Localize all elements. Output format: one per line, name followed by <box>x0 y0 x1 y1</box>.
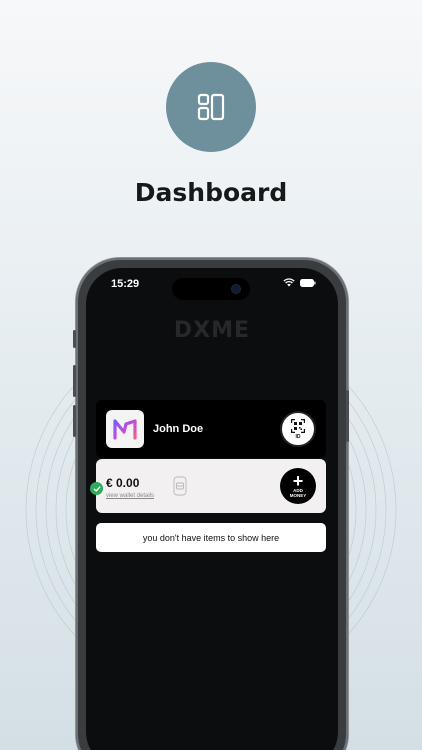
page-title: Dashboard <box>134 178 288 207</box>
phone-volume-up-button <box>73 365 76 397</box>
phone-volume-down-button <box>73 405 76 437</box>
app-logo-icon <box>106 410 144 448</box>
id-label: ID <box>295 433 301 440</box>
battery-icon <box>300 278 316 287</box>
empty-items-message: you don't have items to show here <box>96 523 326 552</box>
add-money-label: ADD MONEY <box>289 488 307 498</box>
status-icons <box>283 278 316 287</box>
brand-logo: DXME <box>173 318 251 343</box>
verified-check-icon <box>90 482 103 495</box>
add-money-button[interactable]: + ADD MONEY <box>280 468 316 504</box>
user-name: John Doe <box>153 423 204 435</box>
dynamic-island <box>172 278 250 300</box>
phone-action-button <box>73 330 76 348</box>
camera-icon <box>232 285 240 293</box>
user-card[interactable]: John Doe ID <box>96 400 326 458</box>
card-chip-icon <box>173 476 187 496</box>
wallet-card[interactable]: € 0.00 view wallet details + ADD MONEY <box>96 459 326 513</box>
wallet-balance: € 0.00 <box>106 476 140 490</box>
dashboard-layout-icon <box>197 93 225 121</box>
wifi-icon <box>283 278 295 287</box>
plus-icon: + <box>292 471 304 491</box>
id-qr-button[interactable]: ID <box>280 411 316 447</box>
view-wallet-details-link[interactable]: view wallet details <box>106 493 154 499</box>
status-time: 15:29 <box>111 278 140 290</box>
phone-screen: 15:29 DXME John Doe ID € 0.00 view walle… <box>86 268 338 750</box>
qr-code-icon <box>291 418 305 433</box>
dashboard-hero-icon <box>166 62 256 152</box>
phone-power-button <box>346 390 349 442</box>
